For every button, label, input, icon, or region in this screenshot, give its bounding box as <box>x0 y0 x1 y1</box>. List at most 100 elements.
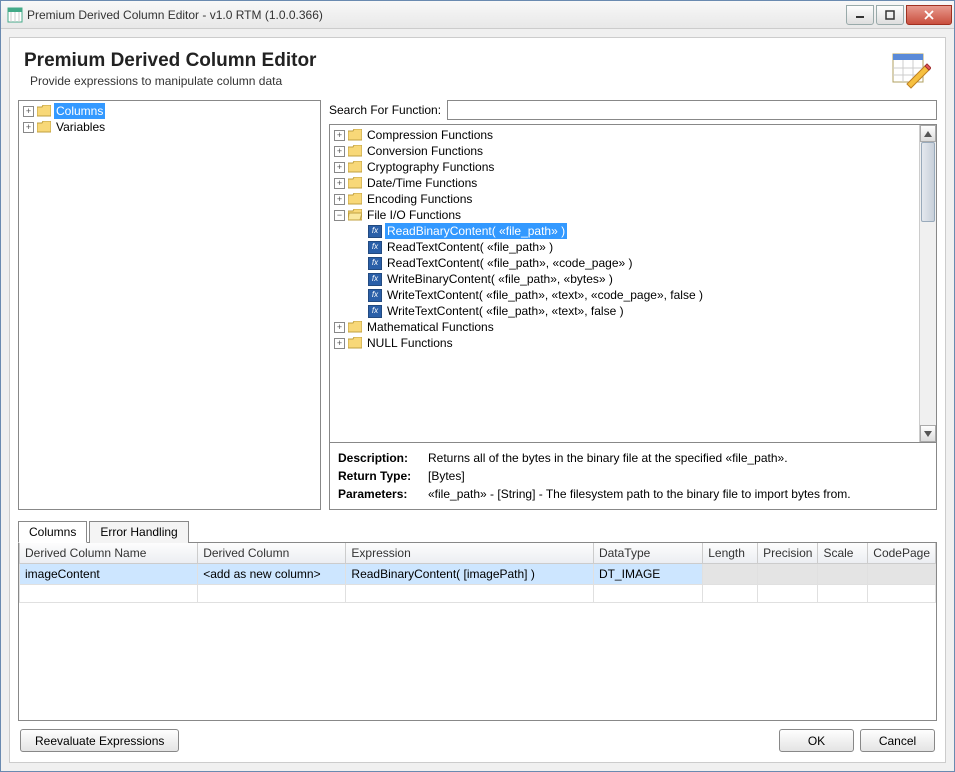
tree-label: Encoding Functions <box>365 191 474 207</box>
tree-label: ReadTextContent( «file_path», «code_page… <box>385 255 635 271</box>
page-title: Premium Derived Column Editor <box>24 50 891 72</box>
folder-icon <box>37 105 51 117</box>
function-detail: Description:Returns all of the bytes in … <box>329 443 937 510</box>
tree-label: Mathematical Functions <box>365 319 496 335</box>
detail-params-value: «file_path» - [String] - The filesystem … <box>428 487 928 501</box>
expand-icon[interactable]: + <box>334 194 345 205</box>
expand-icon[interactable]: + <box>334 178 345 189</box>
scroll-up-button[interactable] <box>920 125 936 142</box>
app-icon <box>7 7 23 23</box>
tree-node-function[interactable]: fxWriteTextContent( «file_path», «text»,… <box>332 303 917 319</box>
tree-label: Variables <box>54 119 107 135</box>
col-header-derived[interactable]: Derived Column <box>198 543 346 564</box>
cell-expression[interactable]: ReadBinaryContent( [imagePath] ) <box>346 564 594 585</box>
tree-node-category[interactable]: + Compression Functions <box>332 127 917 143</box>
close-button[interactable] <box>906 5 952 25</box>
folder-icon <box>348 321 362 333</box>
fx-icon: fx <box>368 225 382 238</box>
tree-node-category[interactable]: −File I/O Functions <box>332 207 917 223</box>
expand-icon[interactable]: + <box>23 122 34 133</box>
tree-node-function[interactable]: fxReadBinaryContent( «file_path» ) <box>332 223 917 239</box>
fx-icon: fx <box>368 305 382 318</box>
folder-icon <box>348 193 362 205</box>
table-row[interactable] <box>20 585 936 603</box>
expand-icon[interactable]: + <box>23 106 34 117</box>
tree-node-category[interactable]: + Conversion Functions <box>332 143 917 159</box>
scroll-down-button[interactable] <box>920 425 936 442</box>
function-tree[interactable]: + Compression Functions + Conversion Funct… <box>330 125 919 442</box>
columns-grid[interactable]: Derived Column Name Derived Column Expre… <box>18 543 937 721</box>
detail-params-label: Parameters: <box>338 487 428 501</box>
fx-icon: fx <box>368 289 382 302</box>
tree-node-category[interactable]: + Mathematical Functions <box>332 319 917 335</box>
cell-scale <box>818 564 868 585</box>
cancel-button[interactable]: Cancel <box>860 729 935 752</box>
collapse-icon[interactable]: − <box>334 210 345 221</box>
tree-node-category[interactable]: + Encoding Functions <box>332 191 917 207</box>
expand-icon[interactable]: + <box>334 338 345 349</box>
tree-label: WriteTextContent( «file_path», «text», f… <box>385 303 626 319</box>
detail-desc-value: Returns all of the bytes in the binary f… <box>428 451 928 465</box>
search-row: Search For Function: <box>329 100 937 120</box>
table-row[interactable]: imageContent <add as new column> ReadBin… <box>20 564 936 585</box>
tree-node-function[interactable]: fxWriteBinaryContent( «file_path», «byte… <box>332 271 917 287</box>
scrollbar[interactable] <box>919 125 936 442</box>
tree-label: Compression Functions <box>365 127 495 143</box>
tree-node-variables[interactable]: + Variables <box>21 119 318 135</box>
tree-label: ReadBinaryContent( «file_path» ) <box>385 223 567 239</box>
tree-label: Conversion Functions <box>365 143 485 159</box>
folder-icon <box>348 145 362 157</box>
minimize-button[interactable] <box>846 5 874 25</box>
expand-icon[interactable]: + <box>334 146 345 157</box>
tree-node-function[interactable]: fxReadTextContent( «file_path» ) <box>332 239 917 255</box>
expand-icon[interactable]: + <box>334 322 345 333</box>
scroll-thumb[interactable] <box>921 142 935 222</box>
columns-variables-tree[interactable]: + Columns + Variables <box>18 100 321 510</box>
tree-node-columns[interactable]: + Columns <box>21 103 318 119</box>
tree-label: WriteTextContent( «file_path», «text», «… <box>385 287 705 303</box>
col-header-scale[interactable]: Scale <box>818 543 868 564</box>
tree-node-category[interactable]: + Date/Time Functions <box>332 175 917 191</box>
folder-icon <box>37 121 51 133</box>
tree-node-function[interactable]: fxWriteTextContent( «file_path», «text»,… <box>332 287 917 303</box>
col-header-expression[interactable]: Expression <box>346 543 594 564</box>
folder-icon <box>348 129 362 141</box>
reevaluate-button[interactable]: Reevaluate Expressions <box>20 729 179 752</box>
detail-desc-label: Description: <box>338 451 428 465</box>
titlebar[interactable]: Premium Derived Column Editor - v1.0 RTM… <box>1 1 954 29</box>
cell-precision <box>758 564 818 585</box>
app-window: Premium Derived Column Editor - v1.0 RTM… <box>0 0 955 772</box>
ok-button[interactable]: OK <box>779 729 854 752</box>
expand-icon[interactable]: + <box>334 162 345 173</box>
tree-node-category[interactable]: +Cryptography Functions <box>332 159 917 175</box>
cell-codepage <box>868 564 936 585</box>
maximize-button[interactable] <box>876 5 904 25</box>
col-header-precision[interactable]: Precision <box>758 543 818 564</box>
cell-length <box>703 564 758 585</box>
window-title: Premium Derived Column Editor - v1.0 RTM… <box>27 8 844 22</box>
col-header-name[interactable]: Derived Column Name <box>20 543 198 564</box>
tree-label: NULL Functions <box>365 335 455 351</box>
tree-label: Columns <box>54 103 105 119</box>
function-tree-container: + Compression Functions + Conversion Funct… <box>329 124 937 443</box>
footer: Reevaluate Expressions OK Cancel <box>18 721 937 754</box>
col-header-codepage[interactable]: CodePage <box>868 543 936 564</box>
cell-derived-column[interactable]: <add as new column> <box>198 564 346 585</box>
col-header-datatype[interactable]: DataType <box>593 543 702 564</box>
search-input[interactable] <box>447 100 937 120</box>
detail-return-value: [Bytes] <box>428 469 928 483</box>
tab-columns[interactable]: Columns <box>18 521 87 543</box>
folder-icon <box>348 177 362 189</box>
tree-node-category[interactable]: + NULL Functions <box>332 335 917 351</box>
folder-open-icon <box>348 209 362 221</box>
tree-node-function[interactable]: fxReadTextContent( «file_path», «code_pa… <box>332 255 917 271</box>
tab-error-handling[interactable]: Error Handling <box>89 521 188 543</box>
tree-label: Date/Time Functions <box>365 175 479 191</box>
main-split: + Columns + Variables Search For Functio… <box>18 100 937 510</box>
col-header-length[interactable]: Length <box>703 543 758 564</box>
cell-name[interactable]: imageContent <box>20 564 198 585</box>
cell-datatype[interactable]: DT_IMAGE <box>593 564 702 585</box>
tree-label: WriteBinaryContent( «file_path», «bytes»… <box>385 271 615 287</box>
folder-icon <box>348 161 362 173</box>
expand-icon[interactable]: + <box>334 130 345 141</box>
